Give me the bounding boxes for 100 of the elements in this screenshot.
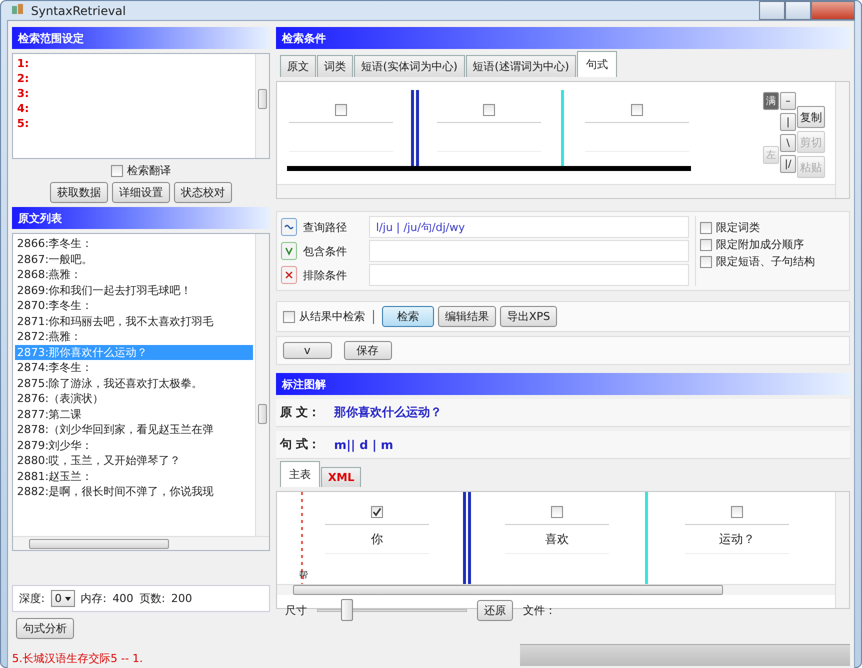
action-button[interactable]: 导出XPS	[500, 306, 558, 327]
marker-label: 帮	[299, 570, 308, 582]
condition-label: 查询路径	[303, 220, 348, 234]
condition-label: 排除条件	[303, 268, 348, 282]
input-field[interactable]	[369, 240, 689, 262]
tab[interactable]: 短语(实体词为中心)	[354, 55, 465, 77]
path-icon[interactable]	[281, 218, 297, 236]
panel-header: 检索范围设定	[12, 27, 270, 49]
tool-button[interactable]: 满	[763, 92, 779, 110]
size-label: 尺寸	[285, 602, 307, 618]
tab[interactable]: 句式	[577, 51, 618, 77]
window-title: SyntaxRetrieval	[31, 4, 126, 18]
analyze-button[interactable]: 句式分析	[16, 618, 74, 639]
list-item[interactable]: 2877:第二课	[15, 406, 253, 422]
field-label: 深度:	[19, 591, 45, 606]
scrollbar[interactable]	[255, 234, 269, 536]
word-box[interactable]: 运动？	[685, 524, 789, 554]
checkbox[interactable]	[335, 104, 347, 116]
field-value: 200	[171, 592, 192, 605]
reset-button[interactable]: 还原	[477, 600, 513, 620]
save-button[interactable]: 保存	[344, 341, 392, 360]
tab[interactable]: 主表	[280, 461, 320, 487]
panel-header: 原文列表	[12, 207, 270, 229]
close-button[interactable]	[811, 1, 855, 20]
list-item[interactable]: 2875:除了游泳，我还喜欢打太极拳。	[15, 376, 253, 391]
tab[interactable]: 原文	[280, 55, 316, 77]
scrollbar[interactable]	[255, 54, 269, 158]
field-label: 原 文：	[280, 404, 322, 421]
checkbox[interactable]	[551, 506, 563, 518]
tab[interactable]: XML	[321, 467, 362, 487]
condition-label: 包含条件	[303, 244, 348, 258]
list-item[interactable]: 2868:燕雅：	[15, 267, 253, 282]
tool-button[interactable]: \	[780, 134, 796, 152]
list-item[interactable]: 2881:赵玉兰：	[15, 468, 253, 484]
tab[interactable]: 短语(述谓词为中心)	[466, 55, 576, 77]
checkbox[interactable]	[731, 506, 743, 518]
action-button[interactable]: 详细设置	[112, 182, 170, 203]
list-item[interactable]: 2870:李冬生：	[15, 298, 253, 314]
field-value: 那你喜欢什么运动？	[334, 404, 442, 421]
list-item[interactable]: 2871:你和玛丽去吧，我不太喜欢打羽毛	[15, 314, 253, 329]
checkbox[interactable]	[700, 222, 712, 234]
size-slider[interactable]	[317, 599, 467, 621]
checkbox[interactable]	[111, 164, 123, 176]
range-item[interactable]: 3:	[17, 86, 251, 101]
depth-dropdown[interactable]: 0	[50, 590, 75, 607]
list-item[interactable]: 2867:一般吧。	[15, 252, 253, 267]
list-item[interactable]: 2869:你和我们一起去打羽毛球吧！	[15, 282, 253, 298]
list-item[interactable]: 2866:李冬生：	[15, 236, 253, 252]
minimize-button[interactable]	[759, 1, 785, 20]
action-button[interactable]: 状态校对	[174, 182, 232, 203]
range-item[interactable]: 1:	[17, 56, 251, 71]
checkbox[interactable]	[631, 104, 643, 116]
field-label: 页数:	[139, 591, 166, 606]
checkbox[interactable]	[371, 506, 383, 518]
list-item[interactable]: 2882:是啊，很长时间不弹了，你说我现	[15, 484, 253, 500]
checkbox[interactable]	[700, 256, 712, 268]
list-item[interactable]: 2872:燕雅：	[15, 329, 253, 344]
input-field[interactable]: l/ju | /ju/句/dj/wy	[369, 216, 689, 238]
scrollbar[interactable]	[13, 536, 269, 550]
checkbox-label: 从结果中检索	[299, 309, 365, 324]
list-item[interactable]: 2879:刘少华：	[15, 438, 253, 453]
check-icon[interactable]	[281, 242, 297, 260]
maximize-button[interactable]	[785, 1, 811, 20]
status-text: 5.长城汉语生存交际5 -- 1.	[12, 651, 144, 666]
toggle-button[interactable]: v	[283, 342, 332, 359]
word-box[interactable]: 喜欢	[505, 524, 609, 554]
panel-header: 标注图解	[276, 373, 850, 395]
tool-button[interactable]: |	[780, 113, 796, 131]
scrollbar[interactable]	[835, 492, 849, 608]
scrollbar[interactable]	[277, 184, 835, 198]
panel-header: 检索条件	[276, 27, 850, 49]
tab[interactable]: 词类	[317, 55, 353, 77]
checkbox-label: 限定短语、子句结构	[716, 254, 815, 269]
scrollbar[interactable]	[277, 584, 835, 595]
tool-button[interactable]: 复制	[797, 106, 825, 128]
range-item[interactable]: 4:	[17, 101, 251, 116]
field-label: 内存:	[80, 591, 106, 606]
range-item[interactable]: 2:	[17, 71, 251, 86]
cross-icon[interactable]	[281, 266, 297, 284]
action-button[interactable]: 获取数据	[50, 182, 108, 203]
tool-button[interactable]: –	[780, 92, 796, 110]
list-item[interactable]: 2880:哎，玉兰，又开始弹琴了？	[15, 453, 253, 468]
checkbox-label: 检索翻译	[127, 163, 171, 178]
file-label: 文件：	[523, 602, 556, 618]
action-button[interactable]: 编辑结果	[438, 306, 496, 327]
list-item[interactable]: 2878:（刘少华回到家，看见赵玉兰在弹	[15, 422, 253, 438]
checkbox[interactable]	[283, 310, 295, 322]
checkbox[interactable]	[483, 104, 495, 116]
input-field[interactable]	[369, 264, 689, 286]
list-item[interactable]: 2876:（表演状）	[15, 391, 253, 406]
tool-button[interactable]: |/	[780, 155, 796, 173]
action-button[interactable]: 检索	[382, 306, 434, 327]
checkbox-label: 限定附加成分顺序	[716, 237, 804, 252]
scrollbar[interactable]	[835, 82, 849, 198]
list-item[interactable]: 2874:李冬生：	[15, 360, 253, 376]
range-item[interactable]: 5:	[17, 116, 251, 131]
field-value: m|| d | m	[334, 438, 394, 452]
field-value: 400	[112, 592, 134, 605]
checkbox[interactable]	[700, 238, 712, 250]
word-box[interactable]: 你	[325, 524, 429, 554]
